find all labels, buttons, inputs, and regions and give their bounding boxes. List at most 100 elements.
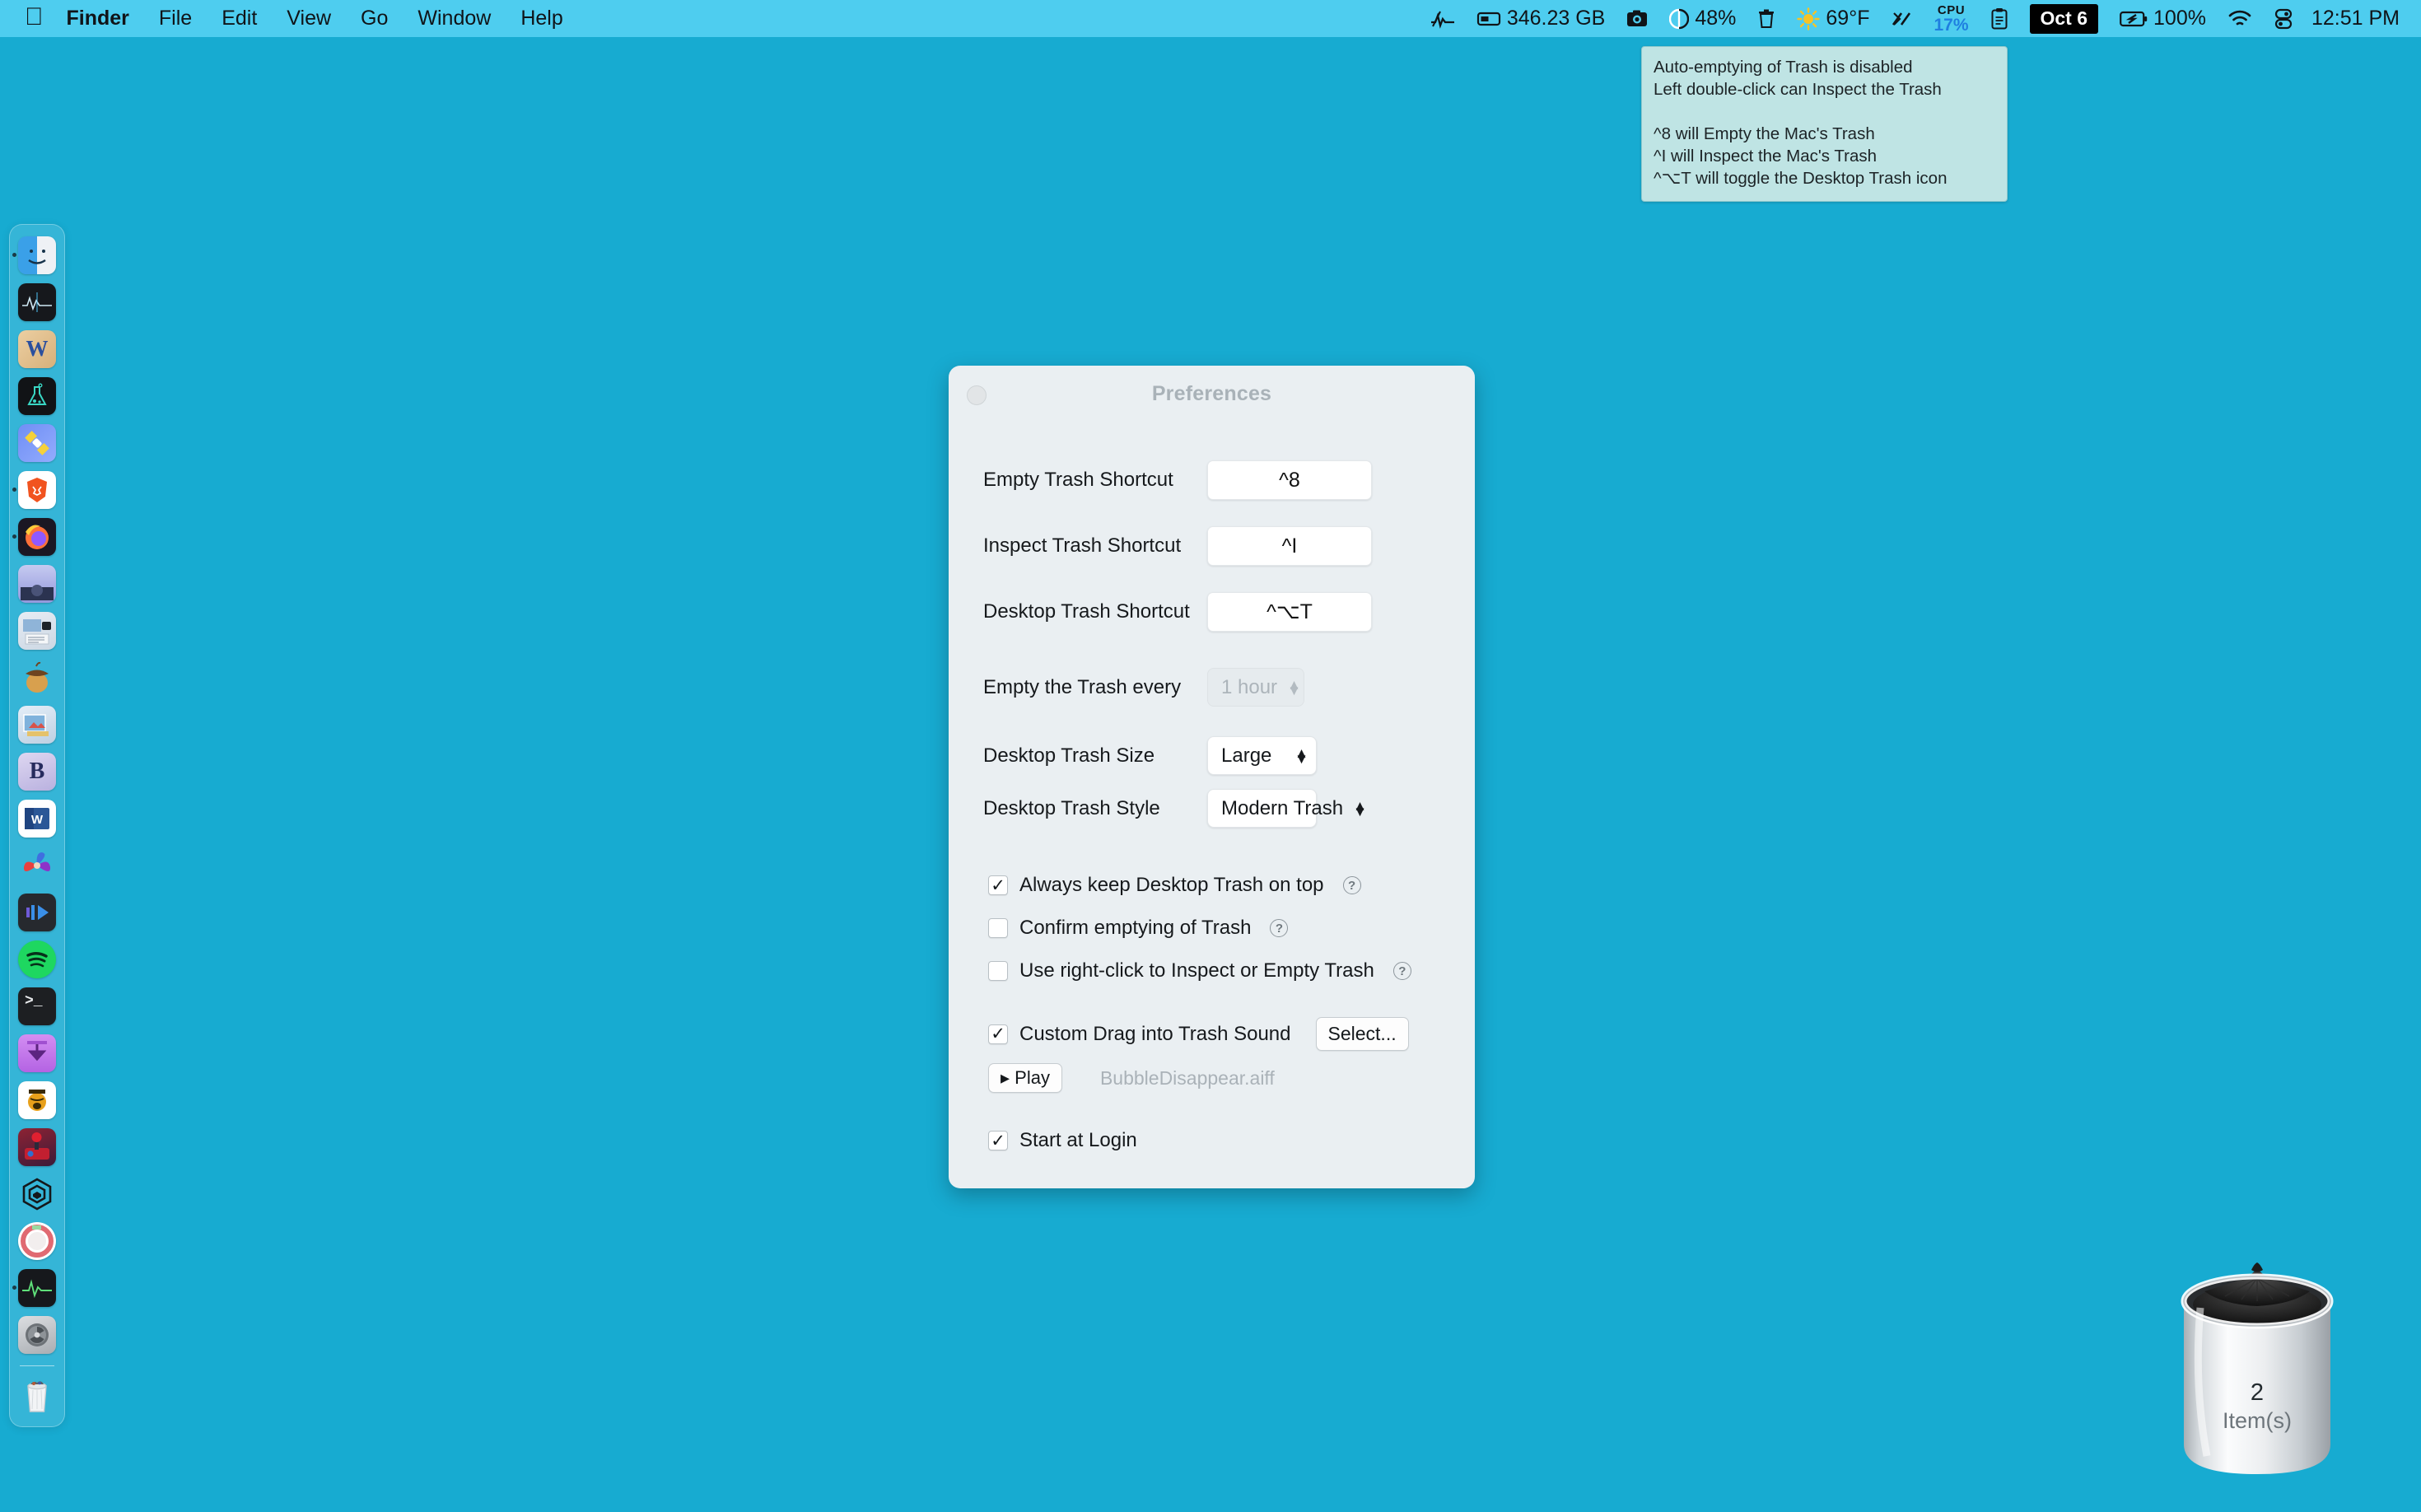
brave-lion-icon (18, 470, 56, 509)
dock-item-istat-menus[interactable] (9, 280, 65, 324)
dock-item-game-emulator[interactable] (9, 1125, 65, 1169)
running-indicator-dot (12, 534, 16, 539)
row-desktop-trash-size: Desktop Trash Size Large ▲ ▼ (949, 736, 1475, 775)
dock-item-audio-hijack[interactable] (9, 1078, 65, 1122)
battery-charging-icon (2120, 10, 2148, 28)
acorn-icon (18, 659, 56, 697)
dock-item-science-app[interactable] (9, 374, 65, 418)
checkbox-row-confirm-emptying[interactable]: ✓ Confirm emptying of Trash ? (949, 917, 1475, 940)
menu-item-file[interactable]: File (159, 7, 192, 30)
help-icon[interactable]: ? (1270, 919, 1289, 937)
row-empty-interval: Empty the Trash every 1 hour ▲ ▼ (949, 668, 1475, 707)
help-icon[interactable]: ? (1392, 962, 1411, 980)
clipboard-icon (1990, 7, 2008, 30)
dock-item-swirl-app[interactable] (9, 843, 65, 887)
dock-separator (20, 1365, 54, 1366)
desktop-trash-size-label: Desktop Trash Size (983, 744, 1155, 767)
row-empty-trash-shortcut: Empty Trash Shortcut ^8 (949, 447, 1475, 513)
dock-item-microsoft-word[interactable]: W (9, 796, 65, 840)
status-battery[interactable]: 100% (2120, 7, 2206, 30)
dock-item-downloads-app[interactable] (9, 1031, 65, 1075)
dock-item-firefox[interactable] (9, 515, 65, 558)
menu-item-window[interactable]: Window (417, 7, 491, 30)
empty-interval-stepper[interactable]: 1 hour ▲ ▼ (1207, 668, 1304, 707)
tooltip-spacer (1654, 100, 1995, 123)
dock-item-screenshot-app[interactable] (9, 609, 65, 652)
messages-icon (18, 564, 56, 603)
trash-tooltip: Auto-emptying of Trash is disabled Left … (1641, 46, 2008, 202)
row-desktop-trash-style: Desktop Trash Style Modern Trash ▲ ▼ (949, 789, 1475, 828)
dock-item-trash[interactable] (9, 1373, 65, 1416)
hex-icon (18, 1175, 56, 1213)
dock-item-brave-browser[interactable] (9, 468, 65, 511)
checkbox-row-right-click[interactable]: ✓ Use right-click to Inspect or Empty Tr… (949, 959, 1475, 982)
running-indicator-dot (12, 488, 16, 492)
desktop-trash-shortcut-field[interactable]: ^⌥T (1207, 592, 1372, 632)
menu-item-edit[interactable]: Edit (222, 7, 257, 30)
confirm-emptying-checkbox[interactable]: ✓ (988, 918, 1008, 938)
dock-item-satellite-app[interactable] (9, 421, 65, 464)
status-weather[interactable]: 69°F (1797, 7, 1869, 30)
checkbox-row-start-at-login[interactable]: ✓ Start at Login (949, 1129, 1475, 1152)
dock-item-system-settings[interactable] (9, 1313, 65, 1356)
menu-bar:  Finder File Edit View Go Window Help 3… (0, 0, 2421, 37)
apple-menu-icon[interactable]:  (25, 4, 44, 30)
inspect-trash-shortcut-field[interactable]: ^I (1207, 526, 1372, 566)
battery-percent-label: 100% (2153, 7, 2206, 30)
status-cpu[interactable]: CPU 17% (1934, 4, 1968, 34)
empty-trash-shortcut-field[interactable]: ^8 (1207, 460, 1372, 500)
chevron-updown-icon: ▲ ▼ (1294, 744, 1308, 767)
dock-item-bookends-app[interactable]: B (9, 749, 65, 793)
help-icon[interactable]: ? (1342, 876, 1361, 894)
dock-item-spotify[interactable] (9, 937, 65, 981)
dock-item-hex-app[interactable] (9, 1172, 65, 1216)
cpu-label: CPU (1937, 2, 1966, 17)
confirm-emptying-label: Confirm emptying of Trash (1019, 917, 1252, 939)
status-control-center[interactable] (2274, 8, 2293, 30)
right-click-checkbox[interactable]: ✓ (988, 961, 1008, 981)
custom-sound-checkbox[interactable]: ✓ (988, 1024, 1008, 1044)
always-on-top-checkbox[interactable]: ✓ (988, 875, 1008, 895)
dock-item-messages-app[interactable] (9, 562, 65, 605)
status-clipboard[interactable] (1990, 7, 2008, 30)
desktop-trash-size-select[interactable]: Large ▲ ▼ (1207, 736, 1317, 775)
network-activity-icon (1891, 8, 1912, 30)
activity-monitor-icon (18, 1268, 56, 1307)
dock-item-media-player[interactable] (9, 890, 65, 934)
dock: W B W >_ (9, 224, 65, 1427)
dock-item-record-app[interactable] (9, 1219, 65, 1262)
status-trash[interactable] (1757, 8, 1775, 30)
dock-item-activity-monitor[interactable] (9, 1266, 65, 1309)
play-sound-button[interactable]: ▸ Play (988, 1063, 1062, 1093)
dock-item-terminal[interactable]: >_ (9, 984, 65, 1028)
menu-item-go[interactable]: Go (361, 7, 388, 30)
checkbox-row-always-on-top[interactable]: ✓ Always keep Desktop Trash on top ? (949, 874, 1475, 897)
status-disk[interactable]: 346.23 GB (1476, 7, 1605, 30)
dock-item-finder[interactable] (9, 233, 65, 277)
dock-item-graphic-app[interactable] (9, 702, 65, 746)
desktop-trash-style-select[interactable]: Modern Trash ▲ ▼ (1207, 789, 1367, 828)
status-network[interactable] (1891, 8, 1912, 30)
dock-item-dictionary[interactable]: W (9, 327, 65, 371)
tooltip-line-4: ^I will Inspect the Mac's Trash (1654, 147, 1878, 166)
start-at-login-label: Start at Login (1019, 1129, 1137, 1151)
dock-item-acorn-editor[interactable] (9, 656, 65, 699)
menu-item-view[interactable]: View (287, 7, 331, 30)
menu-item-help[interactable]: Help (520, 7, 562, 30)
tooltip-line-5: ^⌥T will toggle the Desktop Trash icon (1654, 169, 1948, 188)
start-at-login-checkbox[interactable]: ✓ (988, 1131, 1008, 1150)
custom-sound-label: Custom Drag into Trash Sound (1019, 1022, 1291, 1045)
desktop-trash-size-value: Large (1221, 744, 1272, 767)
status-wifi[interactable] (2227, 9, 2252, 29)
status-date[interactable]: Oct 6 (2029, 3, 2099, 34)
status-camera[interactable] (1626, 9, 1648, 29)
status-memory[interactable]: 48% (1669, 7, 1736, 30)
menu-bar-clock[interactable]: 12:51 PM (2311, 7, 2400, 30)
select-sound-button[interactable]: Select... (1315, 1017, 1409, 1051)
camera-icon (1626, 9, 1648, 29)
desktop-trash-icon[interactable]: 2 Item(s) (2166, 1253, 2349, 1484)
menu-item-finder[interactable]: Finder (67, 7, 129, 30)
close-button[interactable] (967, 385, 987, 405)
status-waveform[interactable] (1430, 8, 1455, 30)
checkbox-row-custom-sound[interactable]: ✓ Custom Drag into Trash Sound Select... (949, 1017, 1475, 1051)
